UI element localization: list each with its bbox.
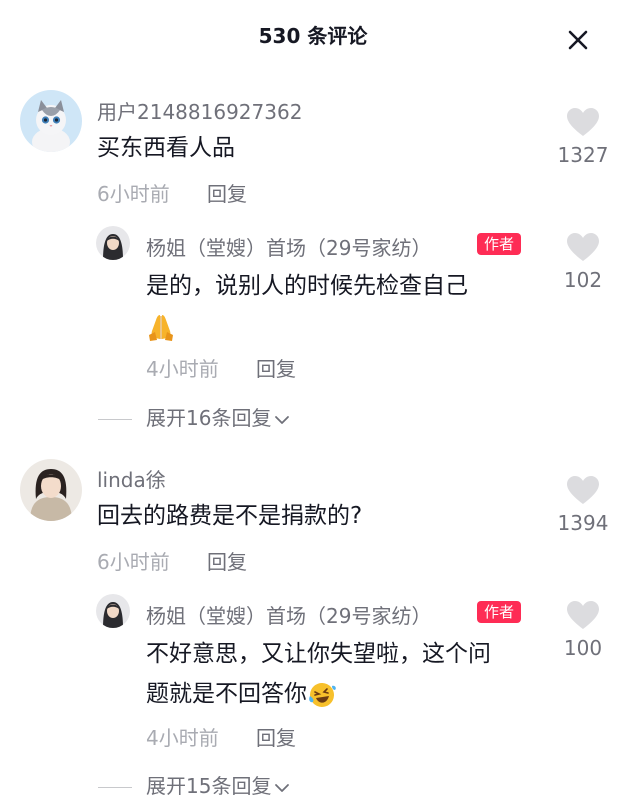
reply-button[interactable]: 回复 [207, 178, 247, 207]
close-button[interactable] [562, 24, 594, 56]
like-count: 100 [563, 636, 603, 660]
comment-username[interactable]: linda徐 [97, 464, 166, 493]
divider-line [98, 419, 132, 420]
like-button[interactable]: 1327 [555, 107, 611, 167]
avatar[interactable] [20, 459, 82, 521]
reply-text-line: 不好意思，又让你失望啦，这个问 [146, 641, 491, 667]
expand-replies-label: 展开15条回复 [146, 774, 272, 798]
reply-username[interactable]: 杨姐（堂嫂）首场（29号家纺） [146, 232, 431, 261]
reply-button[interactable]: 回复 [207, 546, 247, 575]
reply-text: 是的，说别人的时候先检查自己 [146, 266, 468, 306]
reply-time: 4小时前 [146, 726, 219, 750]
reply-avatar[interactable] [96, 594, 130, 628]
comments-count-title: 530 条评论 [258, 24, 368, 48]
reply-text-line2: 题就是不回答你 [146, 674, 337, 714]
reply-text-line: 是的，说别人的时候先检查自己 [146, 273, 468, 299]
author-badge: 作者 [477, 601, 522, 623]
heart-icon [567, 108, 599, 136]
like-button[interactable]: 1394 [555, 475, 611, 535]
author-avatar-icon [96, 594, 130, 628]
like-count: 1394 [557, 511, 609, 535]
heart-icon [567, 476, 599, 504]
reply-button[interactable]: 回复 [256, 722, 296, 751]
reply-button[interactable]: 回复 [256, 353, 296, 382]
like-count: 102 [563, 268, 603, 292]
cat-avatar-icon [20, 90, 82, 152]
expand-replies-label: 展开16条回复 [146, 406, 272, 430]
comments-sheet: 530 条评论 用户2148816927362 买东西看人品 6小时前 回复 1… [0, 0, 626, 809]
like-button[interactable]: 102 [555, 232, 611, 292]
reply-username[interactable]: 杨姐（堂嫂）首场（29号家纺） [146, 600, 431, 629]
expand-replies-button[interactable]: 展开15条回复 [98, 770, 291, 799]
reply-emoji-line [146, 306, 176, 346]
divider-line [98, 787, 132, 788]
reply-text: 不好意思，又让你失望啦，这个问 [146, 634, 491, 674]
reply-avatar[interactable] [96, 226, 130, 260]
expand-replies-button[interactable]: 展开16条回复 [98, 402, 291, 431]
heart-icon [567, 233, 599, 261]
heart-icon [567, 601, 599, 629]
folded-hands-emoji-icon [149, 314, 173, 341]
close-icon [568, 30, 588, 50]
like-count: 1327 [557, 143, 609, 167]
reply-text-line: 题就是不回答你 [146, 681, 307, 707]
comment-text: 回去的路费是不是捐款的? [97, 503, 363, 529]
comment-username[interactable]: 用户2148816927362 [97, 96, 302, 125]
like-button[interactable]: 100 [555, 600, 611, 660]
user-photo-icon [20, 459, 82, 521]
comment-time: 6小时前 [97, 550, 170, 574]
laughing-tears-emoji-icon [309, 682, 336, 707]
author-badge: 作者 [477, 233, 522, 255]
reply-time: 4小时前 [146, 357, 219, 381]
chevron-down-icon [275, 783, 290, 792]
comment-time: 6小时前 [97, 182, 170, 206]
comment-text: 买东西看人品 [97, 135, 235, 161]
avatar[interactable] [20, 90, 82, 152]
author-avatar-icon [96, 226, 130, 260]
chevron-down-icon [275, 415, 290, 424]
